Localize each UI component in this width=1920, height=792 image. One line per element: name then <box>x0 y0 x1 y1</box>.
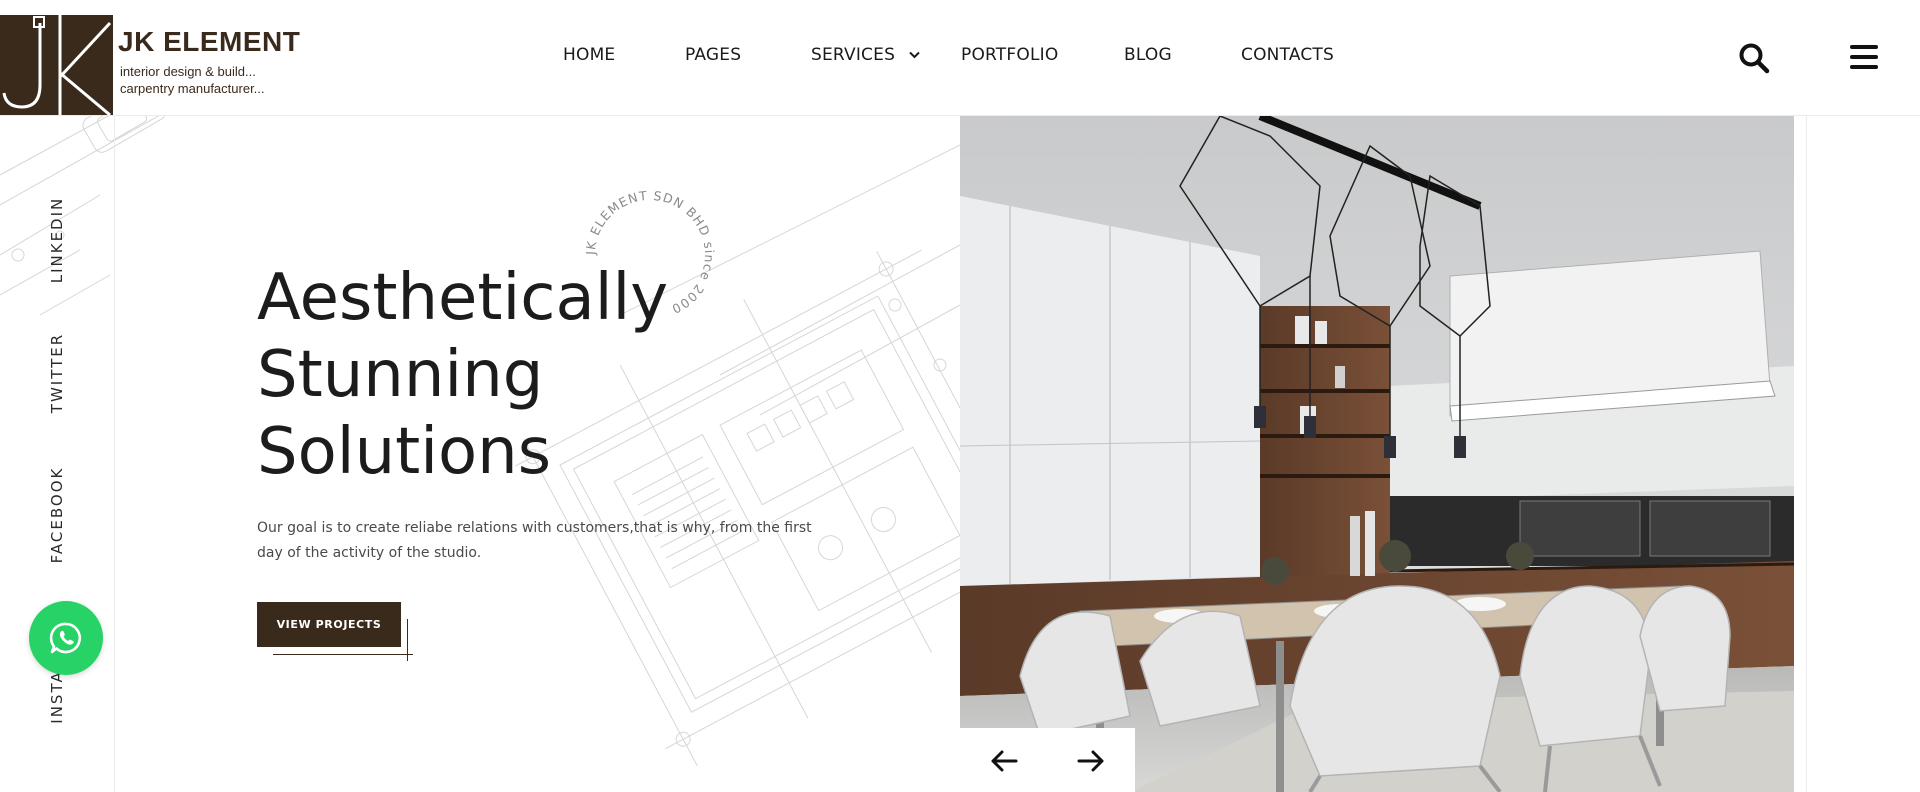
brand-tagline-line1: interior design & build... <box>120 64 256 79</box>
arrow-right-icon[interactable] <box>1077 750 1105 772</box>
hero-kitchen-image <box>960 116 1794 792</box>
hero-title-line3: Solutions <box>257 415 552 489</box>
cta-wrapper: VIEW PROJECTS <box>257 602 417 662</box>
brand-name[interactable]: JK ELEMENT <box>118 26 300 58</box>
hero-title-line2: Stunning <box>257 338 544 412</box>
hero-description-line1: Our goal is to create reliabe relations … <box>257 520 812 536</box>
nav-item-services[interactable]: SERVICES <box>811 45 920 65</box>
whatsapp-icon <box>49 622 82 654</box>
social-link-linkedin[interactable]: LINKEDIN <box>48 197 66 284</box>
brand-tagline-line2: carpentry manufacturer... <box>120 81 265 96</box>
nav-item-services-label: SERVICES <box>811 45 896 65</box>
left-rail-divider <box>114 115 115 792</box>
hero-description: Our goal is to create reliabe relations … <box>257 516 817 566</box>
nav-item-pages[interactable]: PAGES <box>685 45 741 65</box>
hero-title-line1: Aesthetically <box>257 261 669 335</box>
nav-item-home[interactable]: HOME <box>563 45 615 65</box>
nav-item-portfolio[interactable]: PORTFOLIO <box>961 45 1058 65</box>
slider-controls <box>960 728 1135 792</box>
whatsapp-chat-button[interactable] <box>29 601 103 675</box>
hero-description-line2: day of the activity of the studio. <box>257 545 482 561</box>
cta-underline-decor <box>273 654 413 655</box>
social-link-facebook[interactable]: FACEBOOK <box>48 467 66 564</box>
cta-vertical-decor <box>407 619 408 661</box>
hamburger-menu-icon[interactable] <box>1850 45 1878 71</box>
arrow-left-icon[interactable] <box>990 750 1018 772</box>
social-link-twitter[interactable]: TWITTER <box>48 333 66 413</box>
view-projects-button[interactable]: VIEW PROJECTS <box>257 602 401 647</box>
nav-item-blog[interactable]: BLOG <box>1124 45 1172 65</box>
hero-title: Aesthetically Stunning Solutions <box>257 260 668 491</box>
chevron-down-icon <box>908 51 920 59</box>
brand-logo[interactable] <box>0 15 113 115</box>
right-rail-divider <box>1806 0 1807 792</box>
site-header: JK ELEMENT interior design & build... ca… <box>0 0 1920 116</box>
social-link-instagram[interactable]: INSTA <box>48 670 66 723</box>
nav-item-contacts[interactable]: CONTACTS <box>1241 45 1334 65</box>
search-icon[interactable] <box>1738 42 1770 74</box>
